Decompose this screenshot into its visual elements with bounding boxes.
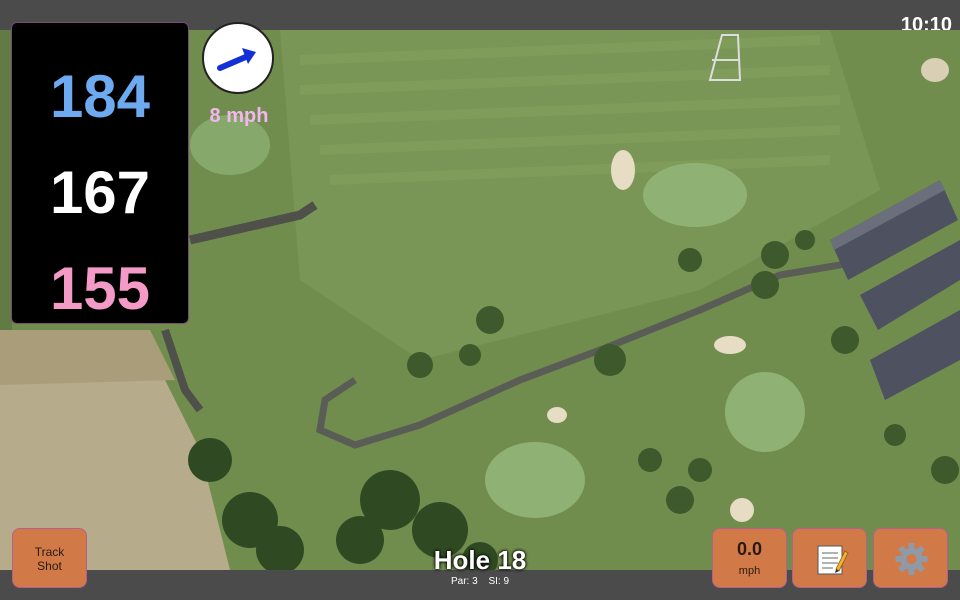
front-yardage: 155 [49, 255, 151, 322]
hole-stroke-index: SI: 9 [488, 576, 510, 587]
middle-yardage: 167 [49, 159, 151, 226]
arrow-icon [217, 48, 256, 71]
gear-icon [895, 543, 928, 575]
track-shot-label-line2: Shot [37, 559, 62, 573]
track-shot-label-line1: Track [34, 545, 65, 559]
track-shot-button[interactable]: Track Shot [12, 528, 87, 588]
back-yardage: 184 [49, 63, 151, 130]
speed-unit: mph [738, 565, 761, 577]
hole-title: Hole 18 [433, 545, 527, 575]
notes-button[interactable] [792, 528, 867, 588]
wind-speed-label: 8 mph [209, 105, 269, 127]
settings-button[interactable] [873, 528, 948, 588]
wind-indicator [202, 22, 274, 94]
hole-info: Par: 3 SI: 9 [380, 576, 580, 587]
speed-value: 0.0 [736, 539, 763, 559]
yardage-panel: 184 167 155 [11, 22, 189, 324]
notepad-icon [817, 545, 849, 575]
hole-par: Par: 3 [450, 576, 478, 587]
speed-button[interactable]: 0.0 mph [712, 528, 787, 588]
